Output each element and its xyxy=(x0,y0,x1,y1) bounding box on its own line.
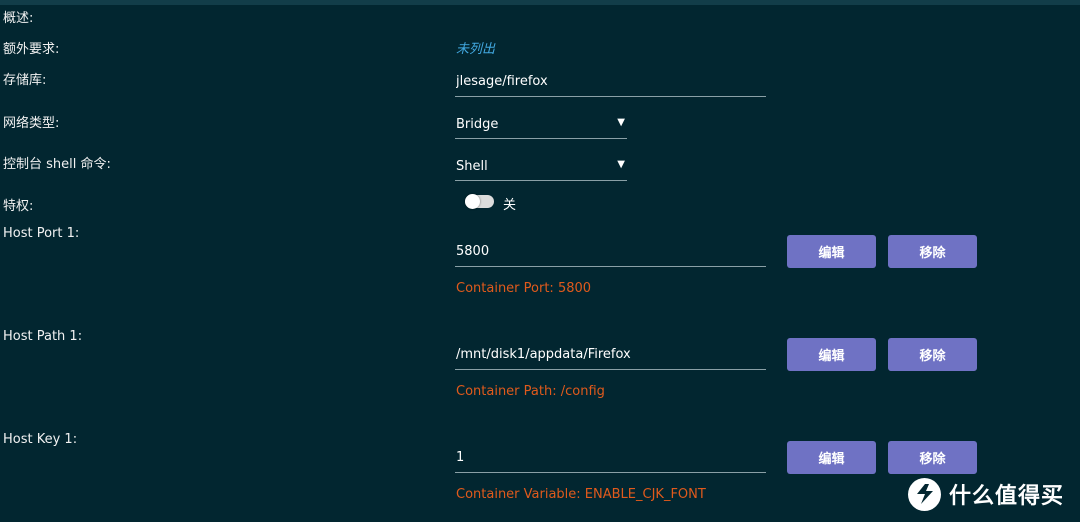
container-port-hint: Container Port: 5800 xyxy=(456,281,592,296)
network-type-value: Bridge xyxy=(456,117,499,132)
edit-host-path-button[interactable]: 编辑 xyxy=(787,338,876,371)
host-path-input[interactable] xyxy=(455,344,766,370)
console-shell-value: Shell xyxy=(456,159,488,174)
remove-host-key-button[interactable]: 移除 xyxy=(888,441,977,474)
repository-label: 存储库: xyxy=(3,73,47,88)
host-port-label: Host Port 1: xyxy=(3,226,80,241)
caret-down-icon: ▼ xyxy=(617,159,625,170)
host-port-input[interactable] xyxy=(455,241,766,267)
privileged-toggle[interactable] xyxy=(465,194,494,209)
extra-requirements-label: 额外要求: xyxy=(3,42,60,57)
caret-down-icon: ▼ xyxy=(617,117,625,128)
host-key-input[interactable] xyxy=(455,447,766,473)
edit-host-port-button[interactable]: 编辑 xyxy=(787,235,876,268)
overview-label: 概述: xyxy=(3,11,34,26)
repository-input[interactable] xyxy=(455,71,766,97)
network-type-select[interactable]: Bridge ▼ xyxy=(455,111,627,139)
console-shell-select[interactable]: Shell ▼ xyxy=(455,153,627,181)
host-key-label: Host Key 1: xyxy=(3,432,78,447)
remove-host-port-button[interactable]: 移除 xyxy=(888,235,977,268)
privileged-label: 特权: xyxy=(3,199,34,214)
remove-host-path-button[interactable]: 移除 xyxy=(888,338,977,371)
privileged-state-label: 关 xyxy=(503,198,517,213)
container-path-hint: Container Path: /config xyxy=(456,384,605,399)
watermark-text: 什么值得买 xyxy=(949,484,1065,509)
extra-requirements-value: 未列出 xyxy=(456,42,496,57)
watermark: 什么值得买 xyxy=(908,476,1064,512)
edit-host-key-button[interactable]: 编辑 xyxy=(787,441,876,474)
container-variable-hint: Container Variable: ENABLE_CJK_FONT xyxy=(456,487,706,502)
host-path-label: Host Path 1: xyxy=(3,329,83,344)
zhi-logo-icon xyxy=(908,477,941,511)
toggle-knob xyxy=(465,194,480,209)
console-shell-label: 控制台 shell 命令: xyxy=(3,157,111,172)
top-divider xyxy=(0,0,1080,5)
network-type-label: 网络类型: xyxy=(3,116,60,131)
